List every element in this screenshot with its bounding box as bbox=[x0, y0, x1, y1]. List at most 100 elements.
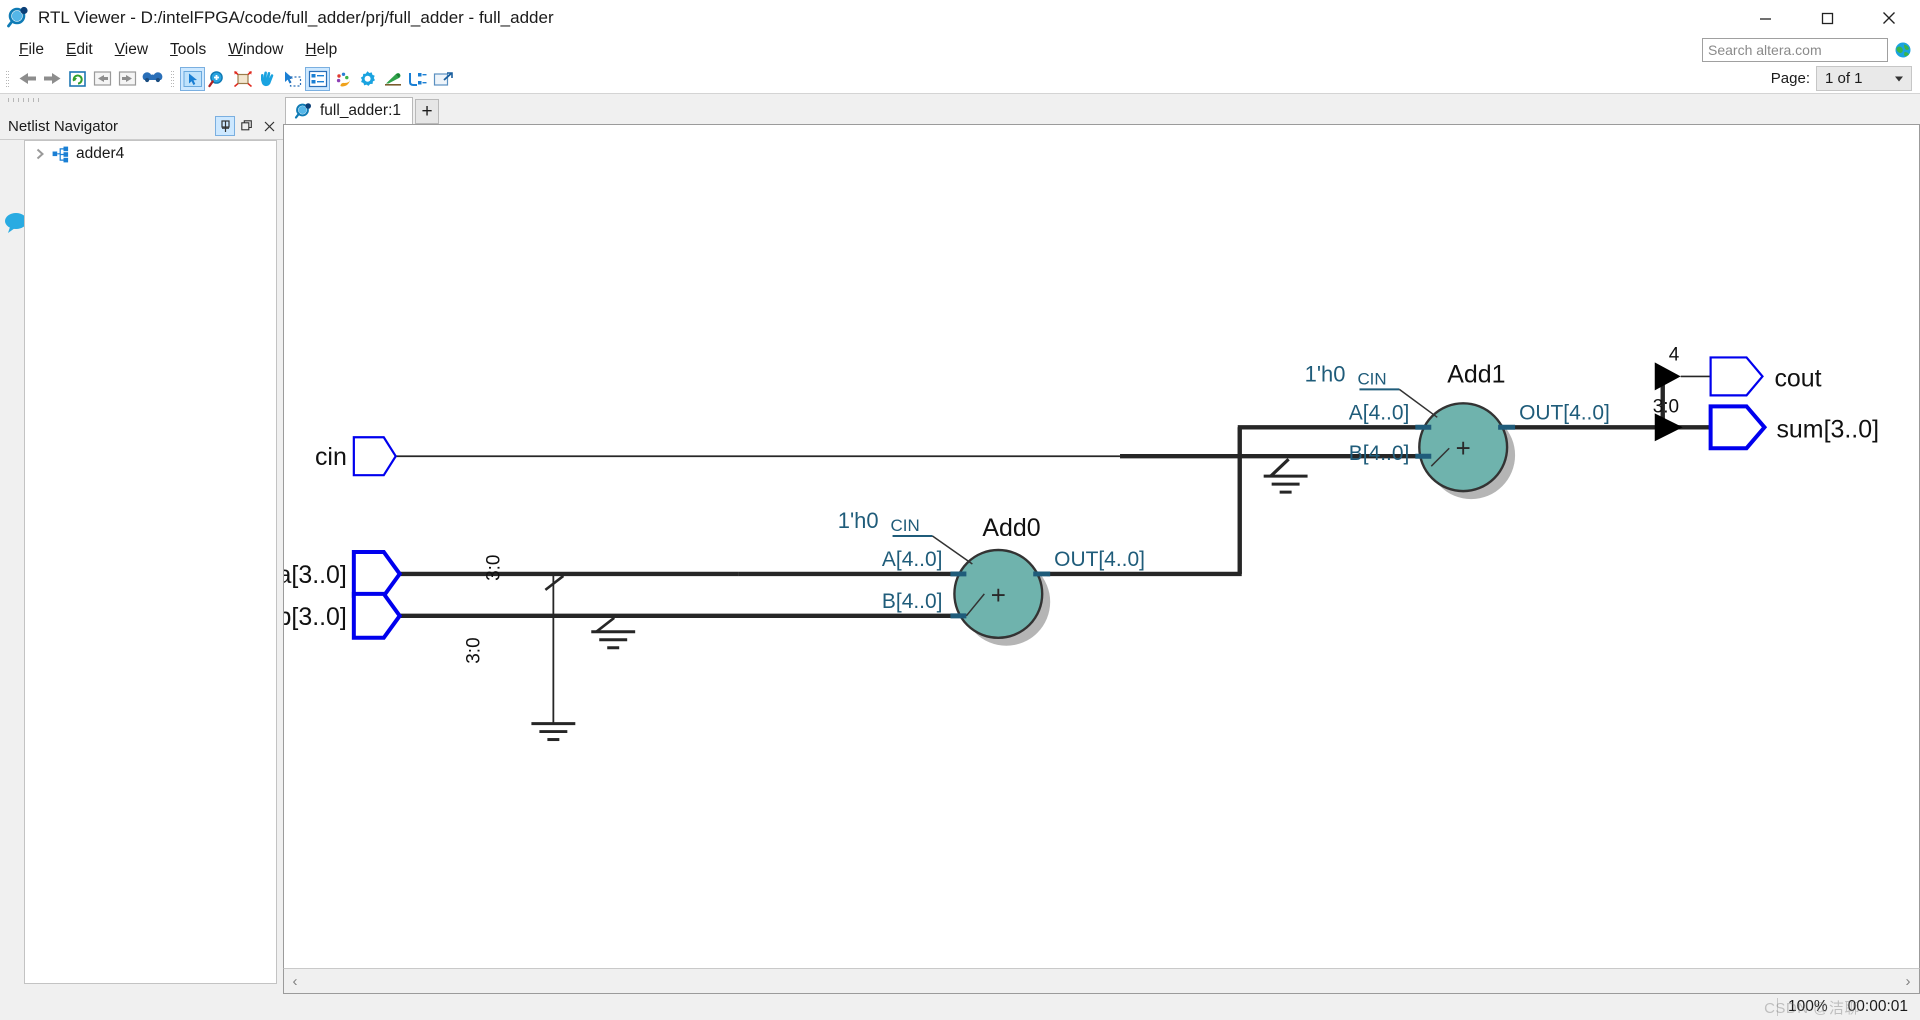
window-title: RTL Viewer - D:/intelFPGA/code/full_adde… bbox=[38, 8, 554, 27]
port-label-inb: inb[3..0] bbox=[284, 603, 347, 631]
pin-label-add0-out: OUT[4..0] bbox=[1054, 548, 1145, 571]
search-area bbox=[1702, 38, 1912, 62]
port-shape-inb[interactable] bbox=[351, 591, 403, 640]
find-icon[interactable] bbox=[140, 67, 165, 91]
instance-label-add0: Add0 bbox=[982, 514, 1040, 542]
status-bar: CSDN @洁聊 100% 00:00:01 bbox=[0, 994, 1920, 1020]
schematic-canvas[interactable]: cin ina[3..0] 3:0 inb[3..0] 3:0 bbox=[283, 124, 1920, 968]
previous-page-icon[interactable] bbox=[90, 67, 115, 91]
canvas-wrap: cin ina[3..0] 3:0 inb[3..0] 3:0 bbox=[283, 124, 1920, 994]
pin-label-add0-a: A[4..0] bbox=[882, 548, 943, 571]
split-arrow-cout bbox=[1654, 362, 1681, 391]
bus-width-sum: 3:0 bbox=[1653, 396, 1679, 417]
port-shape-sum[interactable] bbox=[1708, 404, 1768, 451]
close-icon[interactable] bbox=[259, 116, 279, 136]
block-add0[interactable]: + bbox=[953, 548, 1051, 646]
globe-icon[interactable] bbox=[1894, 41, 1912, 59]
menu-edit[interactable]: Edit bbox=[55, 38, 104, 62]
bus-width-cout: 4 bbox=[1669, 344, 1680, 365]
menu-tools-rest: ools bbox=[177, 41, 207, 58]
zoom-level[interactable]: 100% bbox=[1777, 998, 1838, 1016]
hand-tool-icon[interactable] bbox=[255, 67, 280, 91]
menu-view-rest: iew bbox=[124, 41, 149, 58]
menu-view[interactable]: View bbox=[104, 38, 159, 62]
netlist-tree: adder4 bbox=[24, 140, 277, 984]
menu-window-rest: indow bbox=[242, 41, 284, 58]
menu-file-rest: ile bbox=[28, 41, 44, 58]
chevron-down-icon bbox=[1895, 76, 1903, 81]
pin-label-add0-b: B[4..0] bbox=[882, 590, 943, 613]
rtl-viewer-icon bbox=[6, 5, 32, 31]
title-bar: RTL Viewer - D:/intelFPGA/code/full_adde… bbox=[0, 0, 1920, 36]
dock-tabstrip bbox=[0, 94, 283, 114]
add-tab-button[interactable]: + bbox=[415, 99, 440, 124]
menu-edit-rest: dit bbox=[76, 41, 93, 58]
ground-symbol-cin bbox=[1263, 474, 1308, 494]
document-pane: full_adder:1 + cin [3..0] 3:0 [3..0] 3:0… bbox=[283, 94, 1920, 994]
color-legend-icon[interactable] bbox=[330, 67, 355, 91]
main-toolbar: Page: 1 of 1 bbox=[0, 64, 1920, 94]
netlist-panel-icon[interactable] bbox=[305, 66, 330, 91]
page-navigator: Page: 1 of 1 bbox=[1771, 66, 1912, 91]
menu-help-rest: elp bbox=[316, 41, 338, 58]
document-tabstrip: full_adder:1 + bbox=[283, 94, 1920, 124]
pin-icon[interactable] bbox=[215, 116, 235, 136]
port-shape-cout[interactable] bbox=[1709, 356, 1764, 397]
export-icon[interactable] bbox=[430, 67, 455, 91]
wire-ina-tap-slash bbox=[544, 574, 565, 591]
rtl-viewer-window: RTL Viewer - D:/intelFPGA/code/full_adde… bbox=[0, 0, 1920, 1020]
const-label-add1: 1'h0 bbox=[1305, 361, 1346, 386]
minimize-button[interactable] bbox=[1734, 0, 1796, 36]
rtl-viewer-icon bbox=[294, 102, 314, 120]
toolbar-grip-1[interactable] bbox=[4, 69, 12, 89]
ground-symbol-inb bbox=[591, 630, 636, 650]
back-icon[interactable] bbox=[15, 67, 40, 91]
menu-help[interactable]: Help bbox=[294, 38, 348, 62]
elapsed-time: 00:00:01 bbox=[1847, 998, 1908, 1015]
port-shape-cin[interactable] bbox=[352, 436, 398, 477]
close-button[interactable] bbox=[1858, 0, 1920, 36]
select-tool-icon[interactable] bbox=[180, 66, 205, 91]
tree-item-adder4[interactable]: adder4 bbox=[25, 141, 276, 167]
module-hierarchy-icon bbox=[52, 146, 71, 163]
block-add1-operator: + bbox=[1456, 435, 1471, 463]
speech-bubble-icon bbox=[4, 212, 27, 233]
menu-window[interactable]: Window bbox=[217, 38, 294, 62]
fit-page-icon[interactable] bbox=[230, 67, 255, 91]
ground-symbol-ina bbox=[531, 722, 576, 742]
port-shape-ina[interactable] bbox=[351, 549, 403, 598]
menu-file[interactable]: File bbox=[8, 38, 55, 62]
highlight-icon[interactable] bbox=[380, 67, 405, 91]
chevron-right-icon[interactable] bbox=[33, 147, 47, 161]
probe-icon[interactable] bbox=[405, 67, 430, 91]
settings-icon[interactable] bbox=[355, 67, 380, 91]
horizontal-scrollbar[interactable]: ‹ › bbox=[283, 968, 1920, 994]
search-input[interactable] bbox=[1702, 38, 1888, 62]
wire-add1b-tap-slash bbox=[1269, 458, 1290, 478]
pin-label-add1-out: OUT[4..0] bbox=[1519, 401, 1610, 424]
forward-icon[interactable] bbox=[40, 67, 65, 91]
main-body: Netlist Navigator adder4 full_adder:1 + … bbox=[0, 94, 1920, 994]
netlist-navigator-header: Netlist Navigator bbox=[0, 114, 283, 140]
page-label: Page: bbox=[1770, 70, 1810, 87]
next-page-icon[interactable] bbox=[115, 67, 140, 91]
menu-tools[interactable]: Tools bbox=[159, 38, 217, 62]
page-select[interactable]: 1 of 1 bbox=[1816, 66, 1912, 91]
port-label-ina: ina[3..0] bbox=[284, 561, 347, 589]
scroll-right-button[interactable]: › bbox=[1897, 969, 1919, 993]
netlist-navigator-dock: Netlist Navigator adder4 bbox=[0, 94, 283, 994]
wire-inb-tap-slash bbox=[595, 616, 616, 633]
block-add1[interactable]: + bbox=[1418, 402, 1516, 500]
tab-full-adder[interactable]: full_adder:1 bbox=[285, 97, 414, 124]
restore-icon[interactable] bbox=[237, 116, 257, 136]
refresh-icon[interactable] bbox=[65, 67, 90, 91]
maximize-button[interactable] bbox=[1796, 0, 1858, 36]
dock-grip[interactable] bbox=[8, 98, 42, 102]
bus-width-ina: 3:0 bbox=[483, 555, 504, 581]
scroll-left-button[interactable]: ‹ bbox=[284, 969, 306, 993]
menu-bar: File Edit View Tools Window Help bbox=[0, 36, 1920, 64]
dock-header-buttons bbox=[215, 116, 279, 136]
toolbar-grip-2[interactable] bbox=[169, 69, 177, 89]
zoom-tool-icon[interactable] bbox=[205, 67, 230, 91]
area-select-icon[interactable] bbox=[280, 67, 305, 91]
